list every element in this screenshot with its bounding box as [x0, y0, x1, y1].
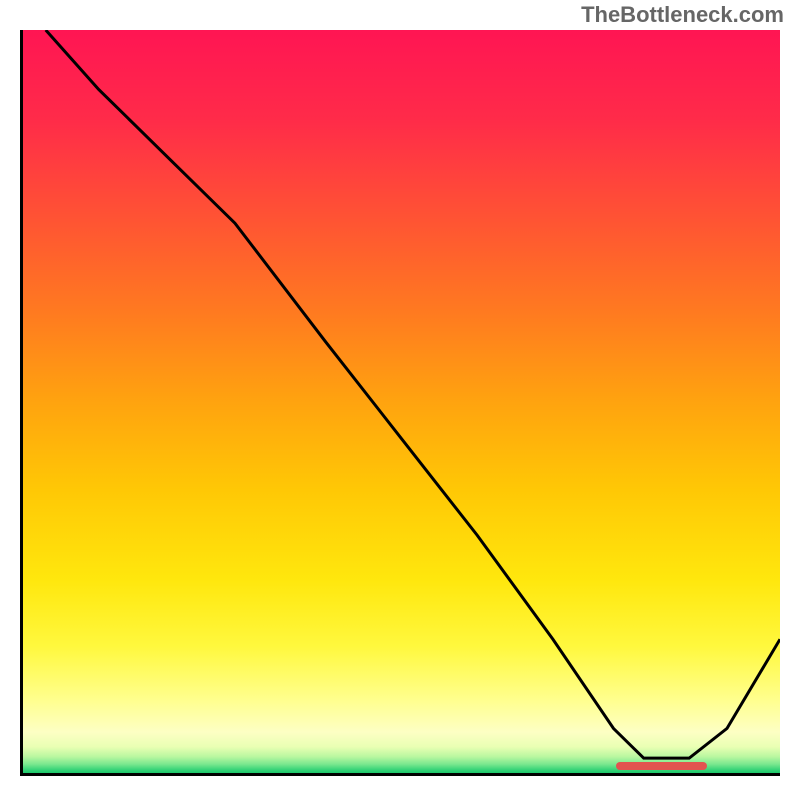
chart-marker-bar [616, 762, 707, 770]
watermark-text: TheBottleneck.com [581, 2, 784, 28]
chart-line-series [23, 30, 780, 773]
chart-plot-area [20, 30, 780, 776]
